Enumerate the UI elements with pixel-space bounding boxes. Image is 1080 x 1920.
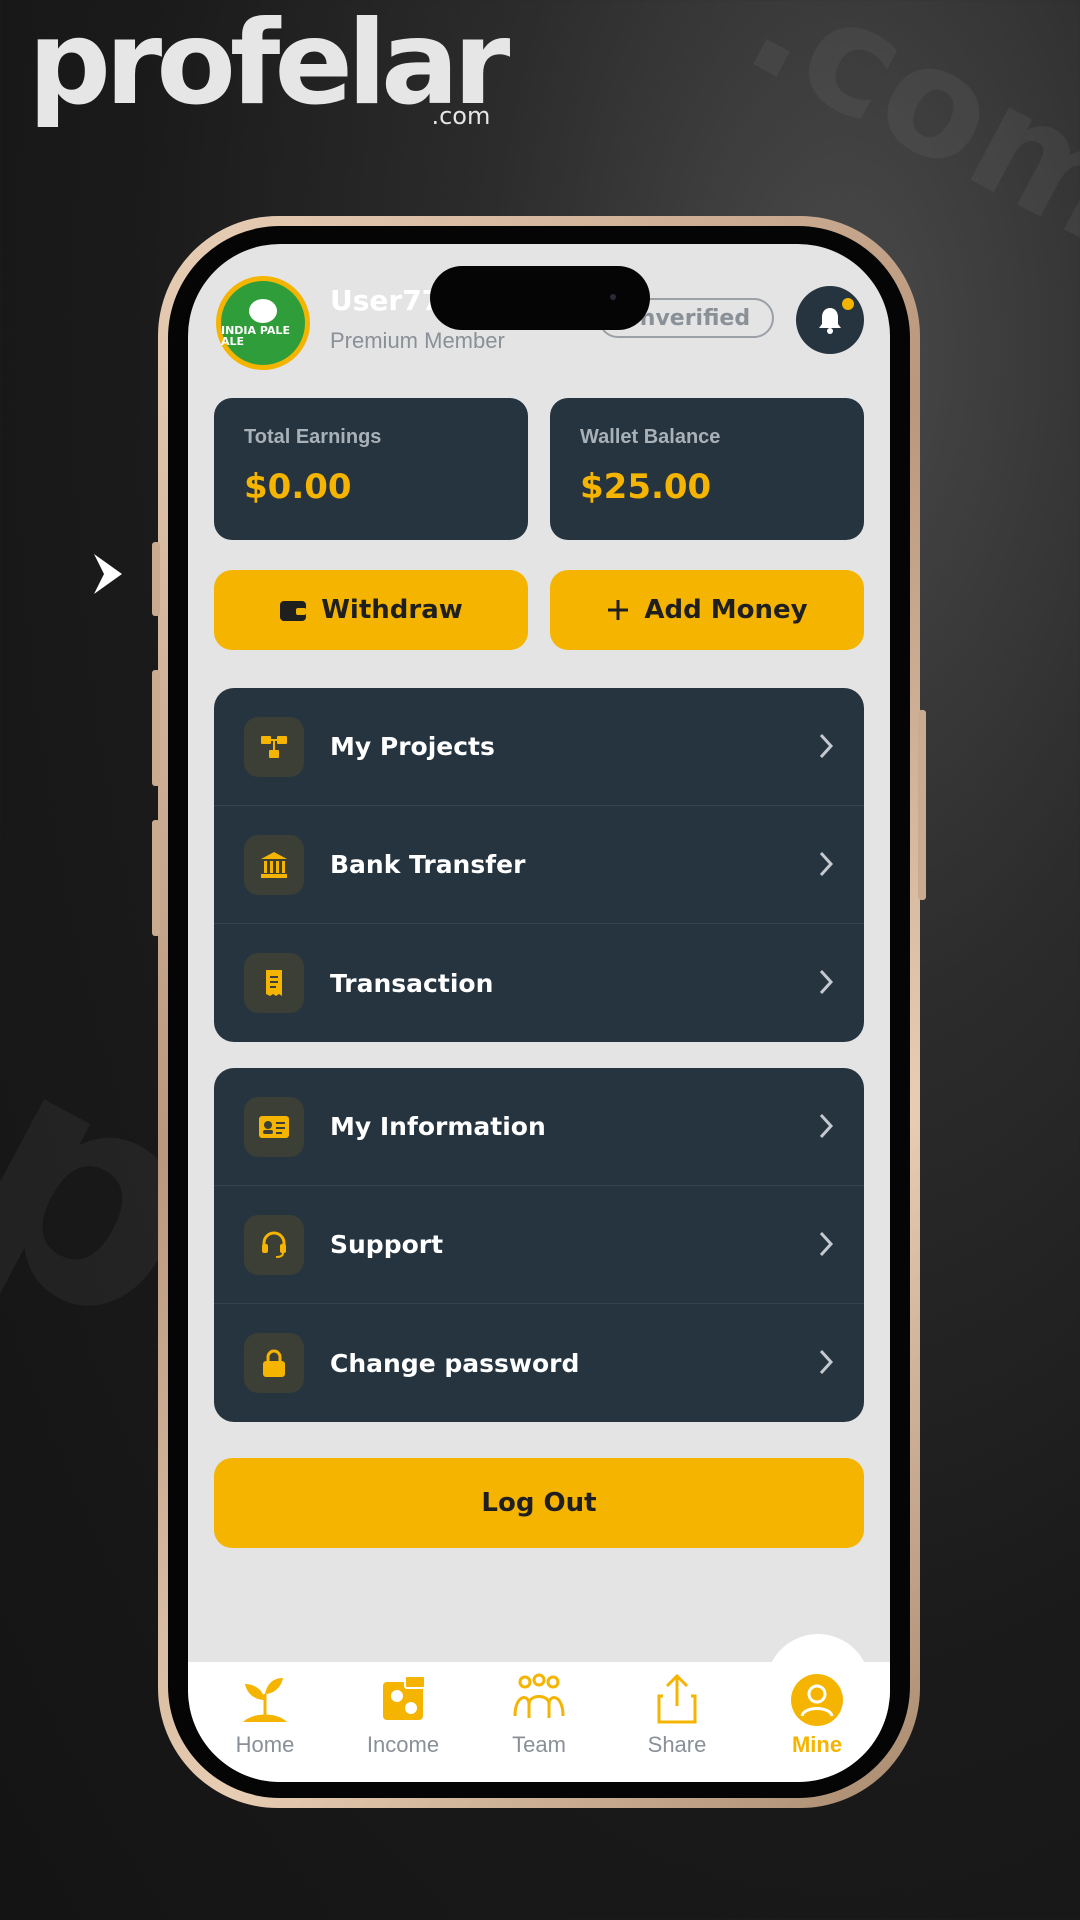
chevron-right-icon: [819, 733, 834, 759]
brand-suffix: .com: [431, 102, 491, 130]
logout-button[interactable]: Log Out: [214, 1458, 864, 1548]
username: User77: [330, 284, 442, 317]
headset-icon: [244, 1214, 304, 1275]
withdraw-button[interactable]: Withdraw: [214, 570, 528, 650]
card-label: Wallet Balance: [580, 426, 721, 448]
menu-label: Bank Transfer: [330, 850, 526, 879]
notification-dot: [842, 298, 854, 310]
chevron-right-icon: [819, 1113, 834, 1139]
cursor-arrow-icon: [94, 554, 122, 594]
plus-icon: [608, 600, 629, 620]
add-money-button[interactable]: Add Money: [550, 570, 864, 650]
app-screen: INDIA PALE ALE User77 Premium Member Unv…: [188, 244, 890, 1782]
bank-icon: [244, 834, 304, 895]
card-value: $25.00: [580, 467, 712, 507]
tab-label: Income: [366, 1732, 440, 1757]
menu-label: My Projects: [330, 732, 495, 761]
membership-label: Premium Member: [330, 328, 505, 353]
card-label: Total Earnings: [244, 426, 382, 448]
menu-item-transaction[interactable]: Transaction: [214, 924, 864, 1042]
tab-label: Share: [647, 1732, 707, 1757]
menu-item-my-projects[interactable]: My Projects: [214, 688, 864, 806]
avatar[interactable]: INDIA PALE ALE: [216, 276, 310, 370]
user-icon: [791, 1674, 843, 1726]
wallet-balance-card: Wallet Balance $25.00: [550, 398, 864, 540]
menu-group-account: My Information Support Change password: [214, 1068, 864, 1422]
team-icon: [513, 1673, 565, 1718]
tab-label: Home: [235, 1732, 295, 1757]
phone-volume-up: [152, 670, 160, 786]
menu-label: Change password: [330, 1348, 580, 1378]
chevron-right-icon: [819, 1231, 834, 1257]
menu-item-change-password[interactable]: Change password: [214, 1304, 864, 1422]
share-icon: [657, 1673, 697, 1724]
add-money-label: Add Money: [644, 595, 808, 625]
tab-team[interactable]: Team: [484, 1672, 594, 1772]
projects-icon: [244, 716, 304, 777]
tab-label: Team: [512, 1732, 566, 1757]
menu-item-support[interactable]: Support: [214, 1186, 864, 1304]
bottom-tab-bar: Home Income Team Share Mine: [188, 1634, 890, 1782]
brand-logo: profelar .com: [28, 6, 510, 131]
tab-income[interactable]: Income: [348, 1672, 458, 1772]
chevron-right-icon: [819, 851, 834, 877]
dynamic-island: [430, 266, 650, 330]
card-value: $0.00: [244, 467, 352, 507]
plant-icon: [243, 1678, 287, 1722]
menu-item-my-information[interactable]: My Information: [214, 1068, 864, 1186]
tab-home[interactable]: Home: [210, 1672, 320, 1772]
wallet-icon: [280, 601, 307, 621]
id-card-icon: [244, 1096, 304, 1157]
chevron-right-icon: [819, 969, 834, 995]
menu-label: Transaction: [330, 968, 494, 998]
avatar-text: INDIA PALE ALE: [221, 324, 290, 348]
tab-label: Mine: [791, 1732, 843, 1757]
menu-label: My Information: [330, 1112, 546, 1141]
withdraw-label: Withdraw: [321, 595, 463, 625]
lock-icon: [244, 1333, 304, 1393]
tab-mine[interactable]: Mine: [762, 1672, 872, 1772]
menu-label: Support: [330, 1230, 444, 1259]
tab-share[interactable]: Share: [622, 1672, 732, 1772]
total-earnings-card: Total Earnings $0.00: [214, 398, 528, 540]
receipt-icon: [244, 953, 304, 1013]
money-icon: [383, 1675, 426, 1720]
menu-item-bank-transfer[interactable]: Bank Transfer: [214, 806, 864, 924]
phone-volume-down: [152, 820, 160, 936]
chevron-right-icon: [819, 1349, 834, 1375]
bell-icon: [819, 308, 841, 334]
notification-button[interactable]: [796, 286, 864, 354]
menu-group-finance: My Projects Bank Transfer Transaction: [214, 688, 864, 1042]
phone-power-button: [918, 710, 926, 900]
phone-side-button: [152, 542, 160, 616]
